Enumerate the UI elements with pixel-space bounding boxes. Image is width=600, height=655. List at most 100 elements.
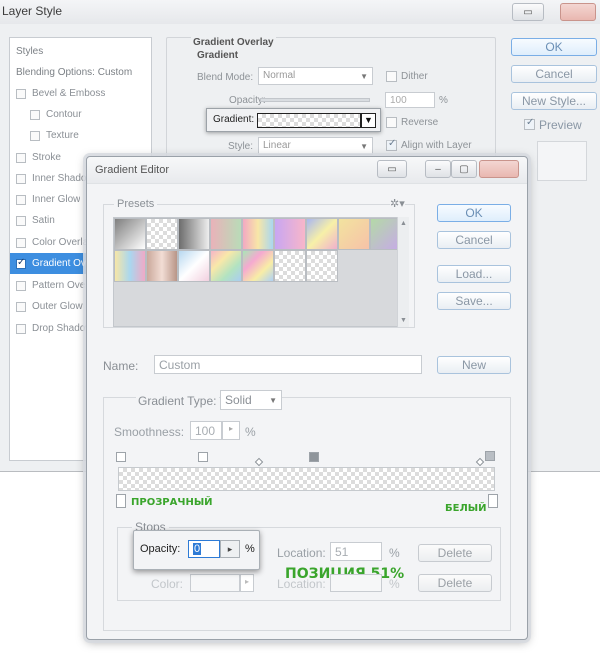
ge-cancel-button[interactable]: Cancel — [437, 231, 511, 249]
opacity-stop[interactable] — [198, 452, 208, 462]
ge-options-button[interactable]: ▭ — [377, 160, 407, 178]
preset-swatch[interactable] — [178, 218, 210, 250]
new-style-button[interactable]: New Style... — [511, 92, 597, 110]
style-checkbox[interactable] — [16, 173, 26, 184]
color-stop-right[interactable] — [488, 494, 498, 508]
style-checkbox[interactable] — [16, 152, 26, 163]
preset-swatch[interactable] — [338, 218, 370, 250]
preset-swatch[interactable] — [210, 250, 242, 282]
preset-swatch[interactable] — [274, 250, 306, 282]
location-unit: % — [389, 546, 400, 560]
opacity-stop-selected[interactable] — [309, 452, 319, 462]
gradient-dropdown-button[interactable]: ▼ — [361, 113, 376, 128]
style-item-texture[interactable]: Texture — [10, 125, 151, 146]
style-item-contour[interactable]: Contour — [10, 104, 151, 125]
style-item-bevel-emboss[interactable]: Bevel & Emboss — [10, 83, 151, 104]
blend-mode-select[interactable]: Normal ▼ — [258, 67, 373, 85]
opacity-stop-right[interactable] — [485, 451, 495, 461]
panel-subtitle: Gradient — [197, 50, 239, 61]
preset-swatch[interactable] — [306, 250, 338, 282]
layer-style-cancel-button[interactable]: Cancel — [511, 65, 597, 83]
style-item-styles[interactable]: Styles — [10, 41, 151, 62]
dither-checkbox[interactable] — [386, 71, 397, 82]
style-item-label: Stroke — [32, 152, 61, 163]
opacity-stop-left[interactable] — [116, 452, 126, 462]
window-close-button[interactable] — [560, 3, 596, 21]
color-stepper[interactable]: ▸ — [240, 574, 254, 592]
preset-swatch[interactable] — [178, 250, 210, 282]
style-checkbox[interactable] — [16, 257, 26, 269]
preset-swatch[interactable] — [146, 218, 178, 250]
preset-swatch[interactable] — [306, 218, 338, 250]
dither-label: Dither — [401, 71, 428, 82]
preset-swatch[interactable] — [242, 218, 274, 250]
layer-style-ok-button[interactable]: OK — [511, 38, 597, 56]
save-button[interactable]: Save... — [437, 292, 511, 310]
align-with-layer-checkbox[interactable]: ✓ — [386, 138, 397, 151]
color-location-input[interactable] — [330, 574, 382, 592]
style-checkbox[interactable] — [16, 194, 26, 205]
window-options-icon: ▭ — [523, 6, 533, 18]
chevron-right-icon: ▸ — [228, 424, 233, 433]
style-checkbox[interactable] — [16, 301, 26, 312]
gradient-preview-bar[interactable] — [118, 467, 495, 491]
delete-color-stop-button[interactable]: Delete — [418, 574, 492, 592]
chevron-down-icon: ▼ — [269, 396, 277, 405]
reverse-checkbox[interactable] — [386, 117, 397, 128]
color-stop-left[interactable] — [116, 494, 126, 508]
delete-opacity-stop-button[interactable]: Delete — [418, 544, 492, 562]
ge-maximize-button[interactable]: ▢ — [451, 160, 477, 178]
location-input[interactable]: 51 — [330, 542, 382, 561]
scroll-up-icon: ▲ — [400, 220, 407, 227]
gradient-overlay-panel: Gradient Overlay Gradient Blend Mode: No… — [166, 37, 496, 161]
style-checkbox[interactable] — [30, 130, 40, 141]
stop-opacity-value: 0 — [193, 543, 202, 555]
preset-swatch[interactable] — [114, 218, 146, 250]
opacity-input[interactable]: 100 — [385, 92, 435, 108]
style-select[interactable]: Linear ▼ — [258, 137, 373, 155]
style-item-blending-options-custom[interactable]: Blending Options: Custom — [10, 62, 151, 83]
style-checkbox[interactable] — [16, 280, 26, 291]
preset-swatch[interactable] — [210, 218, 242, 250]
preset-swatch[interactable] — [114, 250, 146, 282]
name-input[interactable]: Custom — [154, 355, 422, 374]
preset-swatch[interactable] — [242, 250, 274, 282]
ge-minimize-button[interactable]: – — [425, 160, 451, 178]
opacity-slider[interactable] — [260, 98, 370, 102]
window-options-button[interactable]: ▭ — [512, 3, 544, 21]
style-value: Linear — [263, 140, 291, 151]
new-button[interactable]: New — [437, 356, 511, 374]
stop-opacity-stepper[interactable]: ▸ — [220, 540, 240, 558]
reverse-label: Reverse — [401, 117, 439, 128]
smoothness-stepper[interactable]: ▸ — [222, 421, 240, 440]
color-label: Color: — [151, 577, 184, 591]
load-button[interactable]: Load... — [437, 265, 511, 283]
presets-scrollbar[interactable]: ▲ ▼ — [397, 217, 409, 327]
color-swatch[interactable] — [190, 574, 240, 592]
preset-swatch[interactable] — [146, 250, 178, 282]
ge-ok-button[interactable]: OK — [437, 204, 511, 222]
ge-close-button[interactable] — [479, 160, 519, 178]
style-checkbox[interactable] — [16, 237, 26, 248]
opacity-unit: % — [439, 95, 448, 106]
chevron-down-icon: ▼ — [360, 72, 368, 81]
style-checkbox[interactable] — [16, 88, 26, 99]
smoothness-input[interactable]: 100 — [190, 421, 222, 440]
style-checkbox[interactable] — [16, 323, 26, 334]
style-item-label: Bevel & Emboss — [32, 88, 106, 99]
style-item-label: Contour — [46, 109, 82, 120]
gradient-label: Gradient: — [213, 114, 255, 125]
gradient-type-select[interactable]: Solid ▼ — [220, 390, 282, 410]
gradient-swatch[interactable] — [257, 113, 361, 128]
style-checkbox[interactable] — [16, 215, 26, 226]
style-item-label: Satin — [32, 215, 55, 226]
preset-swatch[interactable] — [274, 218, 306, 250]
chevron-down-icon: ▼ — [360, 142, 368, 151]
preview-checkbox[interactable]: ✓ — [524, 117, 535, 130]
style-item-gradient-overlay[interactable]: Gradient Overlay — [10, 253, 90, 274]
stop-opacity-input[interactable]: 0 — [188, 540, 220, 558]
presets-menu-gear-icon[interactable]: ✲▾ — [390, 197, 405, 210]
stop-opacity-unit: % — [245, 543, 255, 555]
style-checkbox[interactable] — [30, 109, 40, 120]
window-options-icon: ▭ — [387, 163, 397, 175]
